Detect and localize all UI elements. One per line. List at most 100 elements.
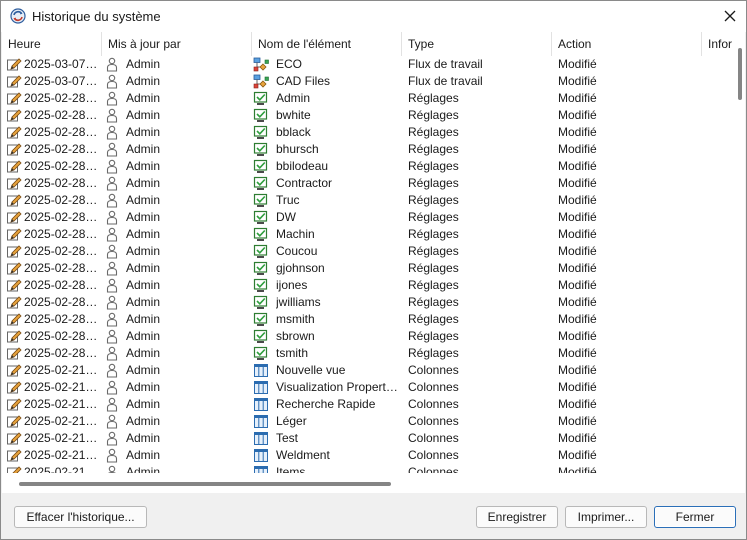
edit-icon <box>6 108 22 123</box>
table-row[interactable]: 2025-03-07 1... Admin ECO Flux de travail Mo… <box>2 56 745 73</box>
action-cell: Modifié <box>558 414 597 428</box>
time-cell: 2025-02-21 1... <box>24 465 100 473</box>
table-row[interactable]: 2025-02-21 1... Admin Recherche Rapide Colo… <box>2 396 745 413</box>
time-cell: 2025-02-28 1... <box>24 261 100 275</box>
user-cell: Admin <box>126 125 161 139</box>
type-cell: Réglages <box>408 346 459 360</box>
time-cell: 2025-02-28 1... <box>24 91 100 105</box>
user-icon <box>104 448 120 463</box>
user-cell: Admin <box>126 363 161 377</box>
horizontal-scrollbar-thumb[interactable] <box>19 482 391 486</box>
table-row[interactable]: 2025-02-28 1... Admin jwilliams Réglages Mod… <box>2 294 745 311</box>
user-cell: Admin <box>126 74 161 88</box>
time-cell: 2025-02-21 1... <box>24 397 100 411</box>
type-cell: Flux de travail <box>408 74 483 88</box>
edit-icon <box>6 431 22 446</box>
print-button[interactable]: Imprimer... <box>565 506 647 528</box>
action-cell: Modifié <box>558 125 597 139</box>
action-cell: Modifié <box>558 176 597 190</box>
table-row[interactable]: 2025-02-21 1... Admin Test Colonnes Modifié <box>2 430 745 447</box>
type-cell: Réglages <box>408 210 459 224</box>
user-cell: Admin <box>126 227 161 241</box>
table-row[interactable]: 2025-03-07 1... Admin CAD Files Flux de tra… <box>2 73 745 90</box>
type-cell: Réglages <box>408 176 459 190</box>
history-table: Heure Mis à jour par Nom de l'élément Ty… <box>2 32 745 493</box>
columns-icon <box>253 380 269 395</box>
vertical-scrollbar-thumb[interactable] <box>738 48 742 100</box>
user-icon <box>104 380 120 395</box>
settings-check-icon <box>253 346 269 361</box>
table-row[interactable]: 2025-02-28 1... Admin Truc Réglages Modifié <box>2 192 745 209</box>
close-icon[interactable] <box>718 4 742 28</box>
time-cell: 2025-03-07 1... <box>24 74 100 88</box>
settings-check-icon <box>253 329 269 344</box>
edit-icon <box>6 74 22 89</box>
close-button[interactable]: Fermer <box>654 506 736 528</box>
user-cell: Admin <box>126 346 161 360</box>
settings-check-icon <box>253 244 269 259</box>
item-name-cell: Nouvelle vue <box>276 363 346 377</box>
column-header-updated-by[interactable]: Mis à jour par <box>102 32 252 56</box>
table-row[interactable]: 2025-02-28 1... Admin DW Réglages Modifié <box>2 209 745 226</box>
table-row[interactable]: 2025-02-28 1... Admin msmith Réglages Modifi… <box>2 311 745 328</box>
item-name-cell: bwhite <box>276 108 311 122</box>
edit-icon <box>6 380 22 395</box>
time-cell: 2025-02-21 1... <box>24 380 100 394</box>
table-row[interactable]: 2025-02-28 1... Admin tsmith Réglages Modifi… <box>2 345 745 362</box>
user-icon <box>104 176 120 191</box>
clear-history-button[interactable]: Effacer l'historique... <box>14 506 147 528</box>
user-cell: Admin <box>126 295 161 309</box>
user-icon <box>104 74 120 89</box>
user-cell: Admin <box>126 159 161 173</box>
table-row[interactable]: 2025-02-28 1... Admin bhursch Réglages Modif… <box>2 141 745 158</box>
item-name-cell: Coucou <box>276 244 318 258</box>
table-row[interactable]: 2025-02-28 1... Admin ijones Réglages Modifi… <box>2 277 745 294</box>
settings-check-icon <box>253 142 269 157</box>
table-row[interactable]: 2025-02-28 1... Admin Contractor Réglages Mo… <box>2 175 745 192</box>
user-cell: Admin <box>126 193 161 207</box>
table-row[interactable]: 2025-02-28 1... Admin sbrown Réglages Modifi… <box>2 328 745 345</box>
table-row[interactable]: 2025-02-21 1... Admin Léger Colonnes Modifié <box>2 413 745 430</box>
settings-check-icon <box>253 278 269 293</box>
settings-check-icon <box>253 176 269 191</box>
action-cell: Modifié <box>558 295 597 309</box>
time-cell: 2025-02-21 1... <box>24 414 100 428</box>
time-cell: 2025-02-28 1... <box>24 312 100 326</box>
type-cell: Colonnes <box>408 431 459 445</box>
column-header-action[interactable]: Action <box>552 32 702 56</box>
user-cell: Admin <box>126 448 161 462</box>
save-button[interactable]: Enregistrer <box>476 506 558 528</box>
table-row[interactable]: 2025-02-28 1... Admin Machin Réglages Modifi… <box>2 226 745 243</box>
table-row[interactable]: 2025-02-28 1... Admin gjohnson Réglages Modi… <box>2 260 745 277</box>
table-row[interactable]: 2025-02-28 1... Admin Admin Réglages Modifié <box>2 90 745 107</box>
column-header-item-name[interactable]: Nom de l'élément <box>252 32 402 56</box>
table-row[interactable]: 2025-02-21 1... Admin Nouvelle vue Colonnes… <box>2 362 745 379</box>
user-icon <box>104 125 120 140</box>
workflow-icon <box>253 74 269 89</box>
table-row[interactable]: 2025-02-21 1... Admin Items Colonnes Modifié <box>2 464 745 473</box>
type-cell: Colonnes <box>408 414 459 428</box>
user-cell: Admin <box>126 210 161 224</box>
time-cell: 2025-02-28 1... <box>24 244 100 258</box>
table-row[interactable]: 2025-02-28 1... Admin bbilodeau Réglages Mod… <box>2 158 745 175</box>
edit-icon <box>6 91 22 106</box>
user-icon <box>104 295 120 310</box>
column-header-time[interactable]: Heure <box>2 32 102 56</box>
table-row[interactable]: 2025-02-28 1... Admin Coucou Réglages Modifi… <box>2 243 745 260</box>
table-row[interactable]: 2025-02-21 1... Admin Visualization Proper… <box>2 379 745 396</box>
time-cell: 2025-02-28 1... <box>24 142 100 156</box>
history-dialog: Historique du système Heure Mis à jour p… <box>0 0 747 540</box>
user-icon <box>104 108 120 123</box>
type-cell: Réglages <box>408 227 459 241</box>
table-row[interactable]: 2025-02-28 1... Admin bwhite Réglages Modifi… <box>2 107 745 124</box>
item-name-cell: bblack <box>276 125 311 139</box>
table-row[interactable]: 2025-02-21 1... Admin Weldment Colonnes Modi… <box>2 447 745 464</box>
action-cell: Modifié <box>558 261 597 275</box>
edit-icon <box>6 397 22 412</box>
user-icon <box>104 278 120 293</box>
action-cell: Modifié <box>558 312 597 326</box>
user-icon <box>104 57 120 72</box>
table-row[interactable]: 2025-02-28 1... Admin bblack Réglages Modifi… <box>2 124 745 141</box>
type-cell: Réglages <box>408 159 459 173</box>
column-header-type[interactable]: Type <box>402 32 552 56</box>
